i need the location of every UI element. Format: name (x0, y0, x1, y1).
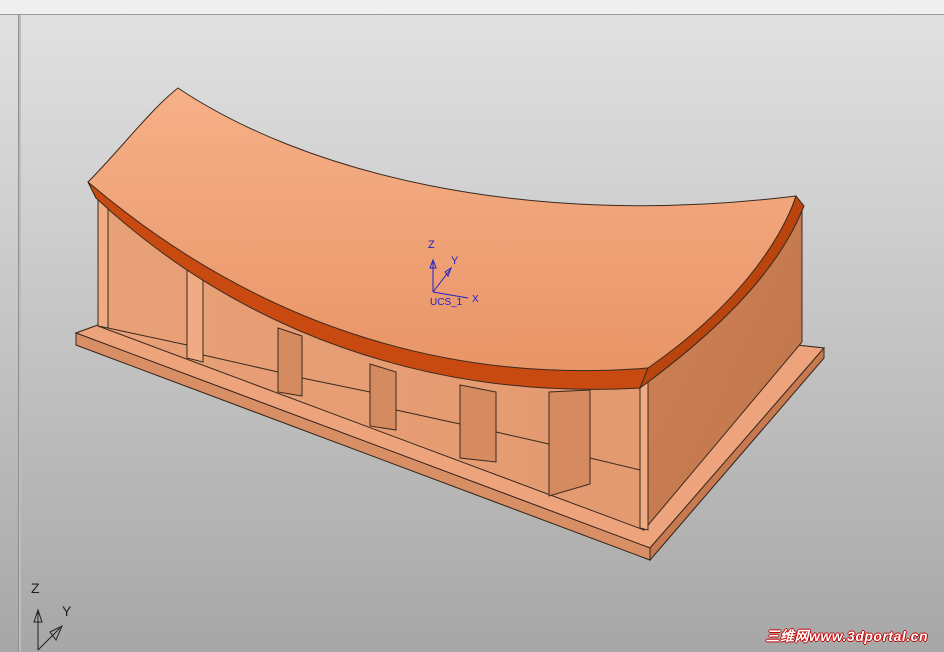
rib (548, 389, 591, 497)
watermark-text: 三维网www.3dportal.cn (765, 628, 928, 644)
wcs-triad (33, 608, 63, 651)
ucs-x-label: X (472, 294, 479, 305)
model-scene[interactable] (0, 0, 944, 652)
rib (369, 363, 397, 431)
wcs-z-label: Z (31, 580, 40, 596)
ucs-name-label: UCS_1 (430, 297, 463, 308)
ucs-z-label: Z (428, 239, 435, 251)
rib (186, 269, 204, 363)
rib (639, 371, 649, 531)
graphics-viewport[interactable]: Z Y UCS_1 X Z Y 三维网www.3dportal.cn (0, 0, 944, 652)
rib (459, 384, 497, 463)
ucs-y-label: Y (451, 255, 459, 267)
rib (97, 194, 109, 329)
wcs-y-label: Y (62, 603, 72, 619)
rib (277, 327, 303, 397)
